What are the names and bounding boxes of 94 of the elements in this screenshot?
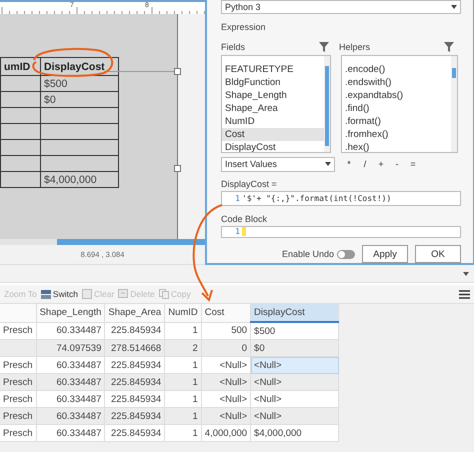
- caret-icon: [325, 162, 331, 166]
- column-header[interactable]: Shape_Area: [104, 304, 165, 322]
- table-cell: [0, 124, 40, 140]
- table-cell: <Null>: [201, 408, 251, 424]
- operator-button[interactable]: /: [357, 159, 373, 169]
- list-item[interactable]: .format(): [342, 114, 451, 128]
- square-icon: [82, 289, 92, 299]
- table-cell: 4,000,000: [201, 424, 251, 442]
- table-cell: [0, 172, 40, 188]
- resize-handle[interactable]: [174, 68, 181, 75]
- list-label: Fields: [221, 42, 246, 52]
- scrollbar[interactable]: [451, 56, 457, 152]
- column-header: umID: [0, 58, 40, 76]
- dialog-button[interactable]: OK: [415, 245, 461, 263]
- caret-icon[interactable]: [463, 272, 469, 276]
- square-icon: [118, 289, 128, 299]
- table-cell: <Null>: [250, 374, 339, 390]
- column-header[interactable]: Cost: [201, 304, 251, 322]
- table-cell: Presch: [0, 408, 36, 424]
- column-header[interactable]: DisplayCost: [250, 304, 339, 322]
- table-cell: 1: [164, 408, 202, 424]
- text-cursor: [242, 226, 246, 236]
- filter-icon[interactable]: [319, 42, 329, 52]
- table-cell: $500: [40, 76, 118, 92]
- list-item[interactable]: Shape_Area: [222, 102, 324, 114]
- code-text: '$'+ "{:,}".format(int(!Cost!)): [242, 194, 392, 203]
- table-cell: 60.334487: [36, 374, 105, 390]
- dialog-button[interactable]: Apply: [362, 245, 408, 263]
- table-cell: 225.845934: [104, 408, 165, 424]
- scrollbar[interactable]: [324, 56, 330, 152]
- table-cell: 1: [164, 374, 202, 390]
- filter-icon[interactable]: [444, 42, 454, 52]
- list-item[interactable]: .fromhex(): [342, 128, 451, 140]
- scrollbar-thumb[interactable]: [57, 239, 205, 245]
- table-icon: [40, 289, 51, 299]
- table-cell: 0: [201, 340, 251, 356]
- insert-values-dropdown[interactable]: Insert Values: [221, 156, 335, 172]
- caret-icon: [451, 5, 457, 10]
- list-item[interactable]: DisplayCost: [222, 140, 324, 152]
- operator-button[interactable]: *: [341, 159, 357, 169]
- table-cell: 1: [164, 424, 202, 442]
- table-cell: 278.514668: [104, 340, 165, 356]
- table-cell: [0, 340, 36, 356]
- list-item[interactable]: .hex(): [342, 140, 451, 152]
- column-header[interactable]: NumID: [164, 304, 202, 322]
- table-cell: $0: [250, 340, 339, 356]
- table-cell: 60.334487: [36, 408, 105, 424]
- code-block-label: Code Block: [221, 214, 268, 224]
- list-item[interactable]: .find(): [342, 102, 451, 114]
- expression-type-dropdown[interactable]: Python 3: [221, 0, 461, 14]
- toggle-switch[interactable]: [337, 250, 355, 258]
- list-item[interactable]: NumID: [222, 114, 324, 128]
- table-cell: 74.097539: [36, 340, 105, 356]
- toolbar-button[interactable]: Switch: [38, 289, 80, 299]
- table-cell: [0, 108, 40, 124]
- operator-button[interactable]: -: [389, 159, 405, 169]
- table-cell: 225.845934: [104, 374, 165, 390]
- column-header[interactable]: Shape_Length: [36, 304, 105, 322]
- column-header: DisplayCost: [40, 58, 118, 76]
- table-cell: Presch: [0, 374, 36, 390]
- table-cell: $4,000,000: [250, 424, 339, 442]
- table-cell: <Null>: [250, 408, 339, 424]
- table-cell: <Null>: [250, 356, 339, 374]
- table-cell: $4,000,000: [40, 172, 118, 188]
- list-item[interactable]: .encode(): [342, 62, 451, 76]
- copy-icon: [158, 289, 169, 299]
- section-label: Expression: [221, 22, 267, 32]
- table-cell: $0: [40, 92, 118, 108]
- code-block-field[interactable]: 1: [221, 226, 461, 238]
- list-item[interactable]: .expandtabs(): [342, 88, 451, 102]
- list-item[interactable]: FEATURETYPE: [222, 62, 324, 76]
- toggle-label: Enable Undo: [282, 249, 334, 259]
- resize-handle[interactable]: [174, 165, 181, 172]
- table-cell: [0, 156, 40, 172]
- table-cell: 2: [164, 340, 202, 356]
- table-cell: [0, 92, 40, 108]
- line-number: 1: [234, 226, 241, 236]
- table-cell: 60.334487: [36, 424, 105, 442]
- operator-button[interactable]: =: [405, 159, 421, 169]
- table-cell: Presch: [0, 424, 36, 442]
- table-cell: 225.845934: [104, 424, 165, 442]
- list-item[interactable]: .endswith(): [342, 76, 451, 88]
- table-cell: [0, 140, 40, 156]
- menu-icon[interactable]: [459, 290, 470, 298]
- table-cell: [0, 76, 40, 92]
- list-item[interactable]: Shape_Length: [222, 88, 324, 102]
- line-number: 1: [234, 194, 241, 203]
- table-cell: <Null>: [201, 374, 251, 390]
- list-item[interactable]: BldgFunction: [222, 76, 324, 88]
- operator-button[interactable]: +: [373, 159, 389, 169]
- expression-label: DisplayCost =: [221, 178, 278, 188]
- expression-field[interactable]: 1 '$'+ "{:,}".format(int(!Cost!)): [221, 190, 461, 206]
- list-item[interactable]: Cost: [222, 128, 324, 140]
- list-label: Helpers: [339, 42, 370, 52]
